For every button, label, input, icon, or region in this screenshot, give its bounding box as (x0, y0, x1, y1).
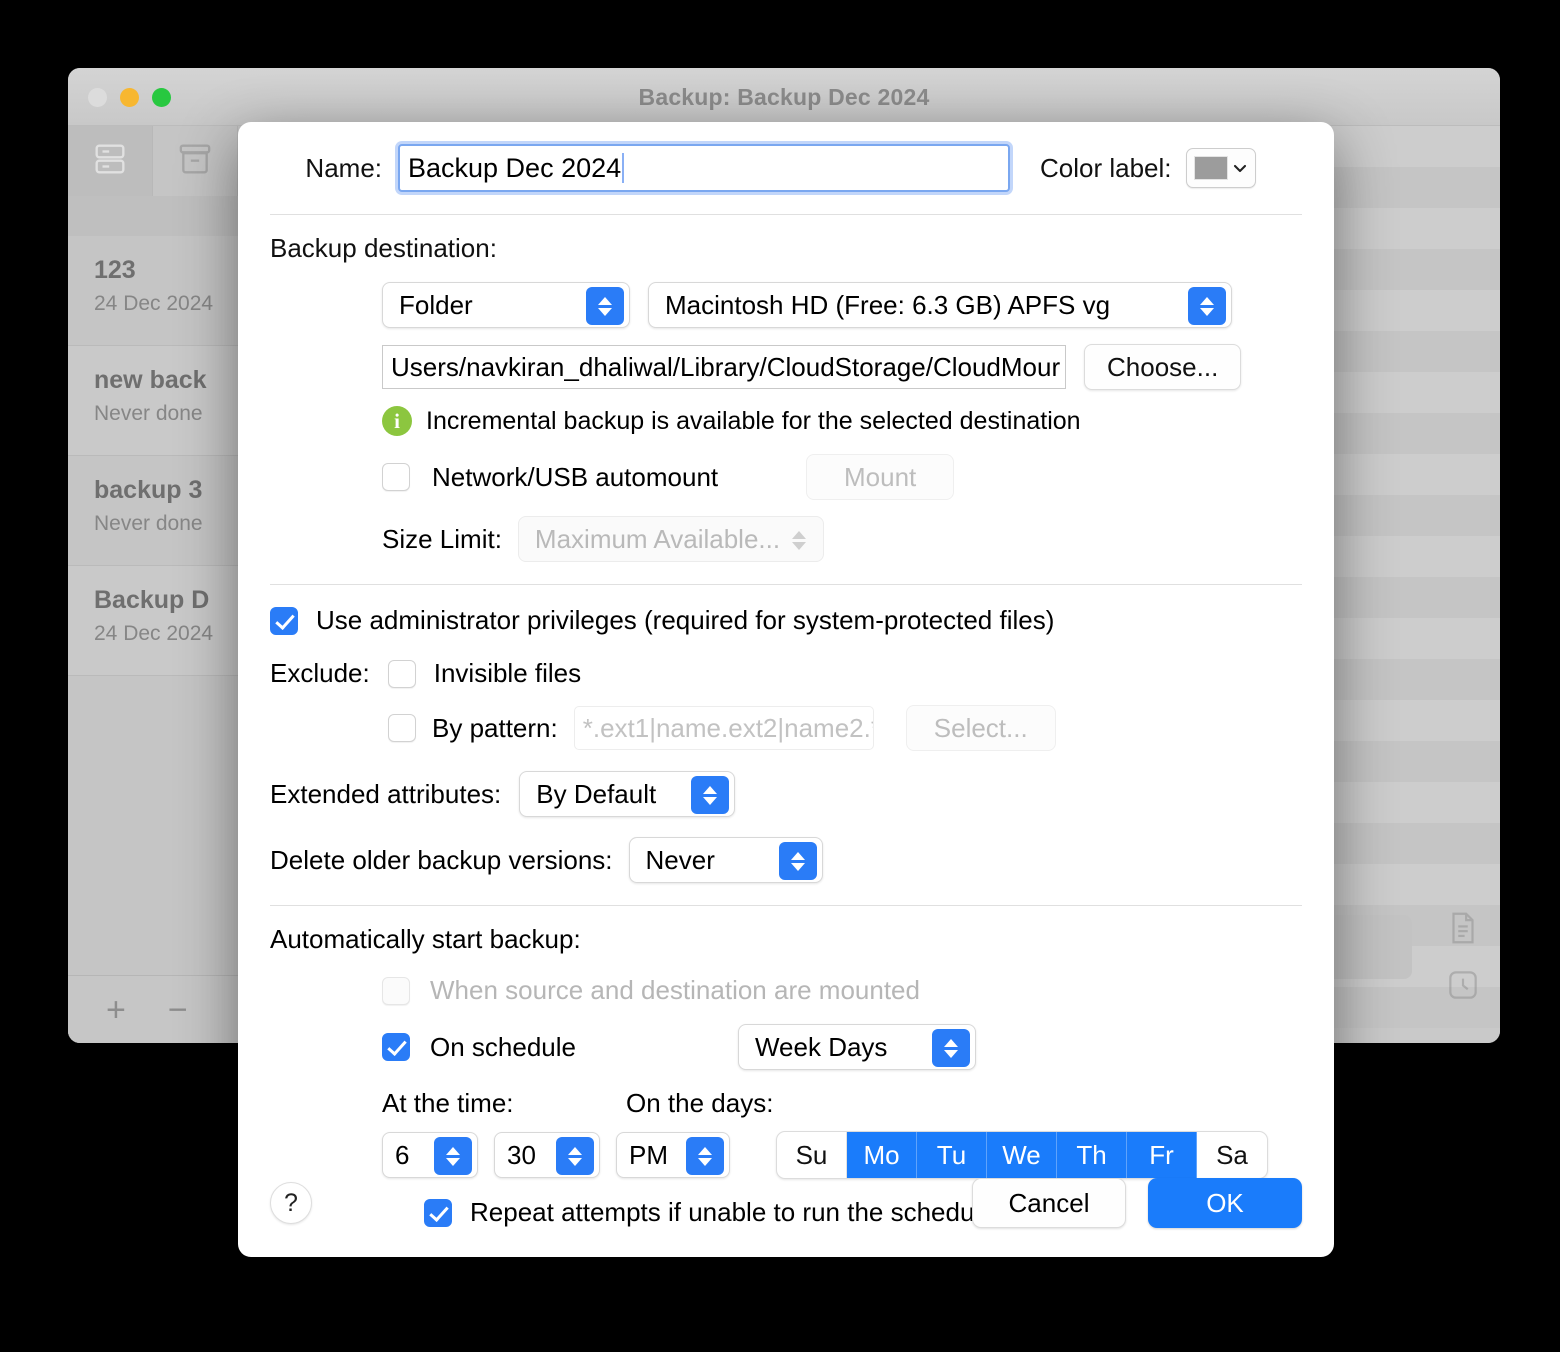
extended-attributes-value: By Default (536, 778, 657, 809)
dialog-footer: ? Cancel OK (238, 1149, 1334, 1257)
automount-checkbox[interactable] (382, 463, 410, 491)
invisible-files-checkbox[interactable] (387, 659, 416, 688)
delete-versions-label: Delete older backup versions: (270, 844, 613, 875)
destination-section: Backup destination: Folder Macintosh HD … (238, 215, 1334, 562)
choose-button[interactable]: Choose... (1084, 344, 1242, 390)
pattern-placeholder: *.ext1|name.ext2|name2.* (582, 712, 874, 743)
by-pattern-checkbox[interactable] (388, 714, 416, 742)
stepper-arrows-icon (691, 776, 730, 814)
help-button[interactable]: ? (270, 1182, 312, 1224)
tab-archives[interactable] (153, 126, 238, 196)
destination-type-value: Folder (399, 289, 473, 320)
admin-privileges-label: Use administrator privileges (required f… (316, 605, 1055, 635)
detail-side-icons (1444, 909, 1482, 1009)
admin-privileges-checkbox[interactable] (270, 606, 298, 635)
stepper-arrows-icon (778, 842, 817, 880)
select-pattern-button[interactable]: Select... (905, 705, 1056, 751)
remove-backup-button[interactable]: − (168, 993, 188, 1027)
when-mounted-label: When source and destination are mounted (430, 975, 920, 1005)
size-limit-value: Maximum Available... (534, 523, 781, 554)
document-icon[interactable] (1444, 909, 1482, 952)
at-the-time-label: At the time: (382, 1088, 514, 1118)
destination-path-input[interactable]: Users/navkiran_dhaliwal/Library/CloudSto… (382, 345, 1066, 389)
size-limit-select[interactable]: Maximum Available... (517, 516, 824, 562)
name-label: Name: (305, 152, 382, 183)
clock-history-icon[interactable] (1444, 966, 1482, 1009)
color-label-label: Color label: (1040, 152, 1172, 183)
window-title: Backup: Backup Dec 2024 (638, 84, 930, 110)
cancel-button[interactable]: Cancel (972, 1178, 1126, 1228)
extended-attributes-label: Extended attributes: (270, 778, 502, 809)
tab-backups[interactable] (68, 126, 153, 196)
backup-settings-dialog: Name: Backup Dec 2024 Color label: Backu… (238, 122, 1334, 1257)
extended-attributes-select[interactable]: By Default (519, 771, 736, 817)
name-row: Name: Backup Dec 2024 Color label: (238, 122, 1334, 214)
options-section: Use administrator privileges (required f… (238, 585, 1334, 883)
stepper-arrows-icon (931, 1029, 970, 1067)
color-label-picker[interactable] (1185, 148, 1256, 188)
on-schedule-label: On schedule (430, 1031, 576, 1062)
schedule-frequency-value: Week Days (754, 1031, 888, 1062)
stepper-arrows-icon (586, 287, 624, 325)
info-icon: i (382, 406, 412, 436)
size-limit-label: Size Limit: (382, 523, 502, 554)
destination-volume-select[interactable]: Macintosh HD (Free: 6.3 GB) APFS vg (648, 282, 1232, 328)
incremental-info-text: Incremental backup is available for the … (426, 406, 1081, 435)
ok-button[interactable]: OK (1148, 1178, 1302, 1228)
schedule-frequency-select[interactable]: Week Days (737, 1024, 976, 1070)
pattern-input[interactable]: *.ext1|name.ext2|name2.* (573, 706, 874, 750)
delete-versions-value: Never (645, 844, 715, 875)
window-titlebar: Backup: Backup Dec 2024 (68, 68, 1500, 126)
destination-type-select[interactable]: Folder (382, 282, 630, 328)
invisible-files-label: Invisible files (433, 658, 582, 688)
stepper-arrows-icon (1188, 287, 1226, 325)
on-schedule-checkbox[interactable] (382, 1033, 410, 1061)
name-input[interactable]: Backup Dec 2024 (398, 144, 1010, 192)
destination-volume-value: Macintosh HD (Free: 6.3 GB) APFS vg (665, 289, 1111, 320)
color-swatch (1193, 156, 1228, 180)
add-backup-button[interactable]: + (106, 993, 126, 1027)
exclude-label: Exclude: (270, 658, 370, 688)
drive-icon (90, 139, 130, 184)
screen: Backup: Backup Dec 2024 123 24 Dec 2024 … (0, 0, 1560, 1352)
delete-versions-select[interactable]: Never (628, 837, 823, 883)
stepper-arrows-icon (780, 521, 818, 559)
schedule-title: Automatically start backup: (270, 924, 581, 954)
when-mounted-checkbox[interactable] (382, 976, 410, 1005)
destination-label: Backup destination: (270, 233, 497, 263)
mount-button[interactable]: Mount (806, 454, 955, 500)
on-the-days-label: On the days: (626, 1088, 774, 1118)
by-pattern-label: By pattern: (432, 712, 558, 743)
name-input-value: Backup Dec 2024 (408, 152, 622, 183)
archive-box-icon (175, 139, 215, 184)
automount-label: Network/USB automount (432, 461, 719, 492)
destination-path-value: Users/navkiran_dhaliwal/Library/CloudSto… (391, 351, 1061, 382)
chevron-down-icon (1233, 164, 1246, 173)
text-caret (622, 153, 625, 183)
dialog-actions: Cancel OK (972, 1178, 1302, 1228)
